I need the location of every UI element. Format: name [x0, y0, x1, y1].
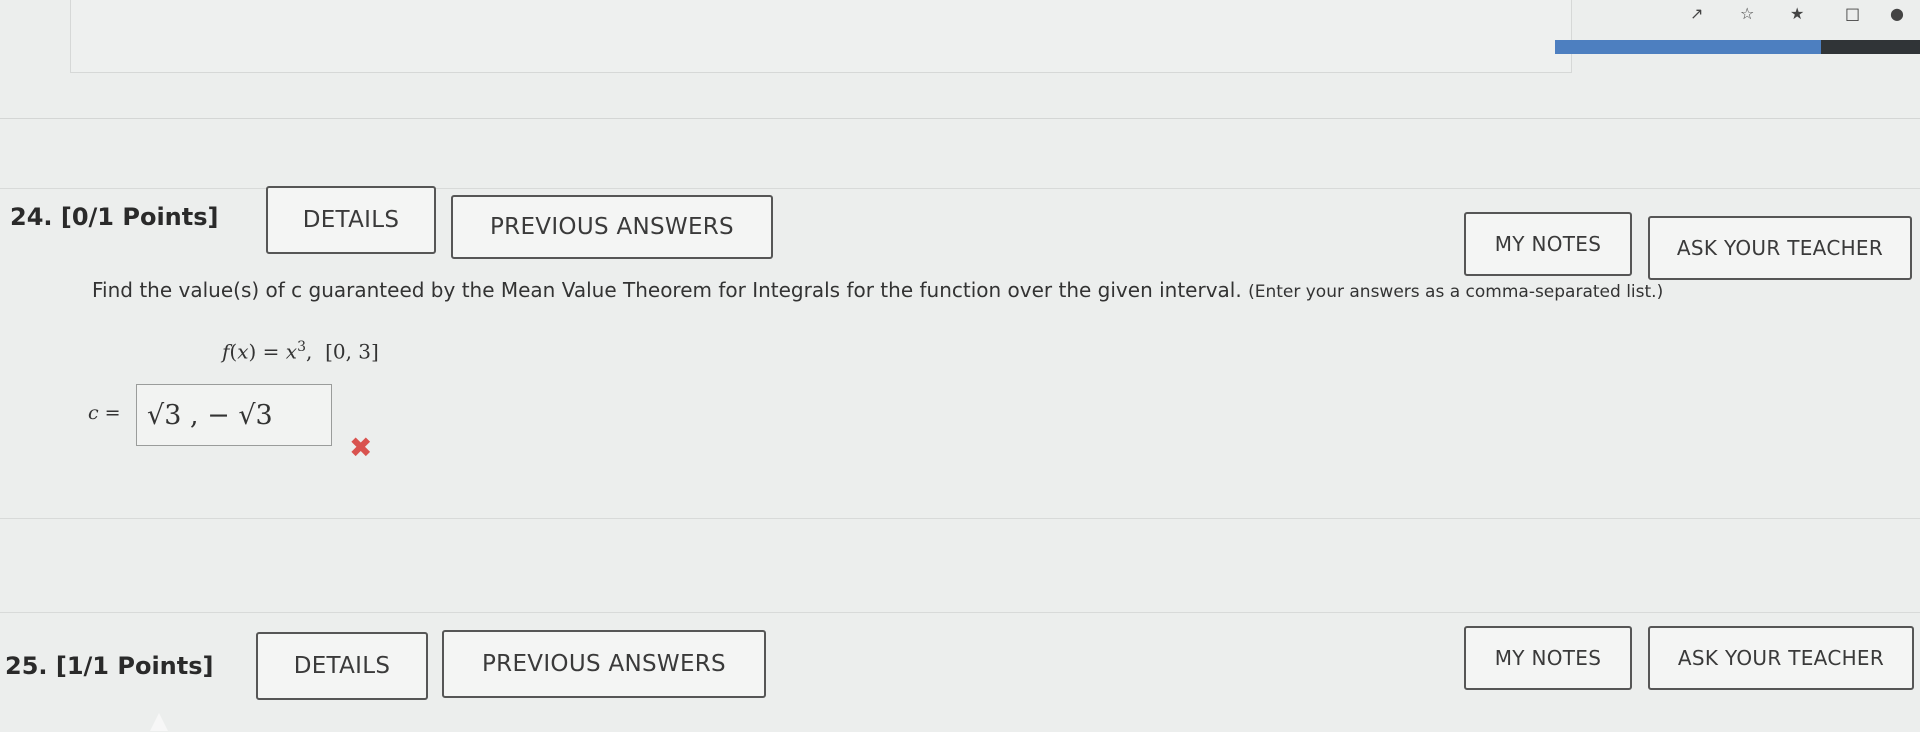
- ask-your-teacher-button[interactable]: ASK YOUR TEACHER: [1648, 626, 1914, 690]
- top-panel: [70, 0, 1572, 73]
- answer-input[interactable]: √3 , − √3: [136, 384, 332, 446]
- profile-icon[interactable]: ●: [1890, 4, 1904, 23]
- question-divider: [0, 518, 1920, 519]
- previous-answers-button[interactable]: PREVIOUS ANSWERS: [442, 630, 766, 698]
- ask-your-teacher-button[interactable]: ASK YOUR TEACHER: [1648, 216, 1912, 280]
- star-icon[interactable]: ☆: [1740, 4, 1754, 23]
- details-button[interactable]: DETAILS: [266, 186, 436, 254]
- details-button[interactable]: DETAILS: [256, 632, 428, 700]
- incorrect-x-icon: ✖: [349, 431, 373, 464]
- previous-answers-button[interactable]: PREVIOUS ANSWERS: [451, 195, 773, 259]
- question-number: 24. [0/1 Points]: [10, 203, 219, 231]
- my-notes-button[interactable]: MY NOTES: [1464, 212, 1632, 276]
- answer-label: c =: [88, 402, 121, 424]
- function-exponent: 3: [297, 339, 306, 355]
- pin-icon[interactable]: ★: [1790, 4, 1804, 23]
- share-icon[interactable]: ↗: [1690, 4, 1703, 23]
- progress-bar: [1555, 40, 1920, 54]
- prompt-text: Find the value(s) of c guaranteed by the…: [92, 278, 1249, 302]
- window-icon[interactable]: □: [1845, 4, 1860, 23]
- progress-fill: [1555, 40, 1822, 54]
- prompt-instruction: (Enter your answers as a comma-separated…: [1248, 282, 1664, 302]
- question-prompt: Find the value(s) of c guaranteed by the…: [92, 278, 1663, 302]
- function-expression: f(x) = x3, [0, 3]: [222, 339, 379, 364]
- interval: [0, 3]: [325, 339, 379, 364]
- browser-toolbar: ↗ ☆ ★ □ ●: [1680, 0, 1920, 30]
- question-number: 25. [1/1 Points]: [5, 652, 214, 680]
- function-base: x: [285, 339, 298, 364]
- divider: [0, 118, 1920, 119]
- question-divider: [0, 612, 1920, 613]
- my-notes-button[interactable]: MY NOTES: [1464, 626, 1632, 690]
- mouse-cursor-icon: [150, 713, 168, 731]
